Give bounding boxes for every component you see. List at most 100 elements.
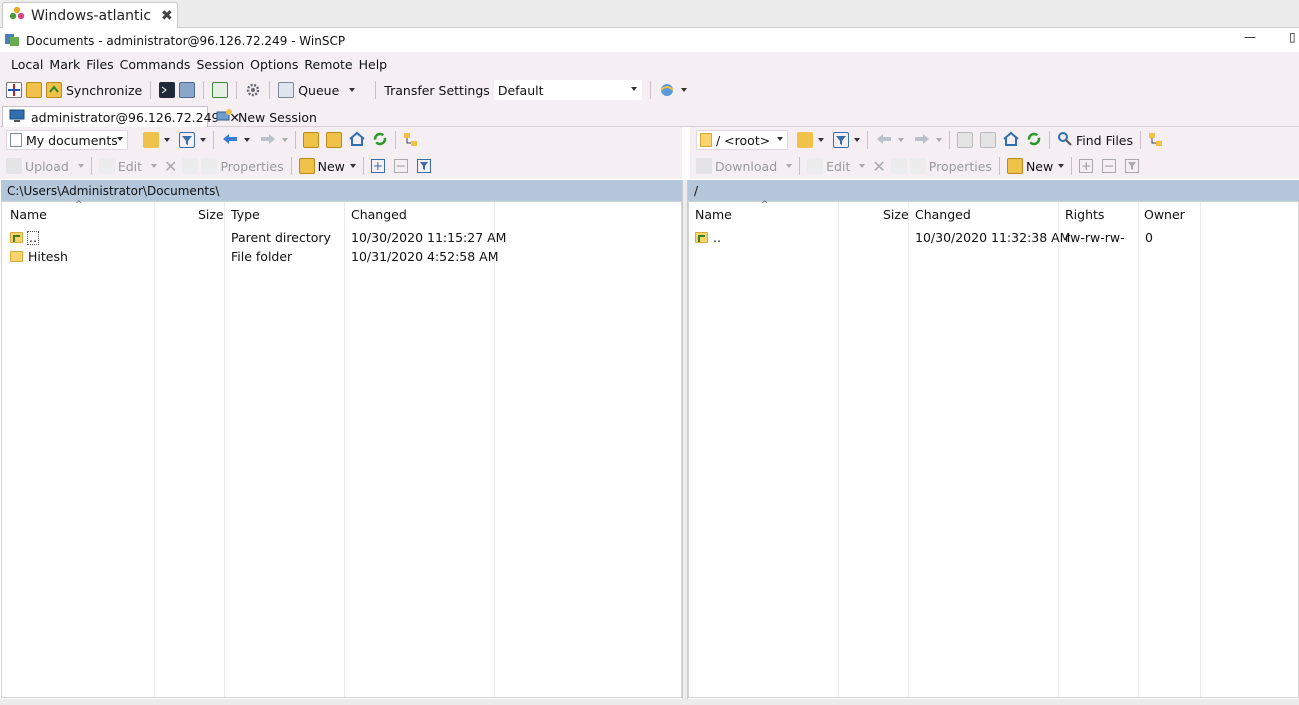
filter-select-icon[interactable] (416, 159, 431, 173)
tree-view-icon[interactable] (403, 132, 419, 148)
new-folder-icon (298, 158, 315, 174)
parent-directory-icon[interactable] (303, 132, 319, 148)
toolbar-separator (1071, 157, 1073, 175)
menu-mark[interactable]: Mark (46, 57, 83, 72)
table-row[interactable]: .. Parent directory 10/30/2020 11:15:27 … (2, 228, 683, 247)
putty-icon[interactable] (179, 82, 196, 98)
menu-local[interactable]: Local (8, 57, 46, 72)
synchronize-browsing-icon[interactable] (26, 82, 42, 98)
local-file-toolbar: Upload Edit ✕ Properties New + − (0, 153, 682, 179)
compare-directories-icon[interactable] (6, 82, 22, 98)
find-files-icon[interactable] (1057, 131, 1073, 150)
transfer-globe-icon[interactable] (659, 82, 675, 98)
outer-tab-title: Windows-atlantic (31, 7, 152, 24)
chevron-down-icon[interactable] (349, 164, 356, 168)
filter-icon[interactable] (179, 132, 195, 148)
home-icon[interactable] (349, 131, 365, 150)
delete-icon[interactable]: ✕ (164, 157, 177, 176)
session-tab-active[interactable]: administrator@96.126.72.249 ✕ (2, 106, 240, 128)
remote-header-changed[interactable]: Changed (915, 207, 971, 222)
toolbar-separator (203, 81, 205, 99)
new-session-tab[interactable]: New Session (210, 106, 323, 128)
menu-commands[interactable]: Commands (117, 57, 194, 72)
chevron-down-icon (777, 137, 783, 141)
properties-button[interactable]: Properties (220, 159, 283, 174)
menu-options[interactable]: Options (247, 57, 301, 72)
row-type: File folder (231, 249, 293, 264)
remote-header-name[interactable]: Name (695, 207, 732, 222)
chevron-down-icon[interactable] (200, 138, 206, 142)
chevron-down-icon[interactable] (164, 138, 170, 142)
chevron-down-icon[interactable] (854, 138, 860, 142)
toolbar-separator (1140, 131, 1142, 149)
table-row[interactable]: .. 10/30/2020 11:32:38 AM rw-rw-rw- 0 (689, 228, 1299, 247)
local-header-size[interactable]: Size (198, 207, 224, 222)
edit-button[interactable]: Edit (826, 159, 850, 174)
minimize-button[interactable]: — (1244, 30, 1256, 44)
forward-arrow-icon[interactable] (259, 132, 277, 149)
edit-button[interactable]: Edit (118, 159, 142, 174)
synchronize-icon[interactable] (46, 82, 62, 98)
menu-help[interactable]: Help (356, 57, 391, 72)
remote-location-select[interactable]: / <root> (696, 130, 788, 150)
local-path-bar[interactable]: C:\Users\Administrator\Documents\ (1, 180, 682, 201)
queue-icon[interactable] (278, 82, 295, 98)
remote-header-size[interactable]: Size (883, 207, 909, 222)
local-nav-toolbar: My documents (0, 127, 682, 153)
delete-icon[interactable]: ✕ (872, 157, 885, 176)
menu-files[interactable]: Files (83, 57, 116, 72)
properties-button[interactable]: Properties (929, 159, 992, 174)
chevron-down-icon[interactable] (818, 138, 824, 142)
open-folder-icon[interactable] (797, 132, 813, 148)
home-icon[interactable] (1003, 131, 1019, 150)
chevron-down-icon[interactable] (680, 88, 687, 92)
new-button[interactable]: New (1026, 159, 1053, 174)
column-divider (2, 202, 155, 697)
remote-header-rights[interactable]: Rights (1065, 207, 1104, 222)
chevron-down-icon (151, 164, 158, 168)
menu-remote[interactable]: Remote (301, 57, 355, 72)
chevron-down-icon (898, 138, 904, 142)
root-directory-icon[interactable] (326, 132, 342, 148)
open-folder-icon[interactable] (143, 132, 159, 148)
table-row[interactable]: Hitesh File folder 10/31/2020 4:52:58 AM (2, 247, 683, 266)
restore-button[interactable]: ▯ (1289, 30, 1296, 44)
upload-button[interactable]: Upload (25, 159, 69, 174)
chevron-down-icon[interactable] (244, 138, 250, 142)
rename-icon (182, 158, 199, 174)
sort-ascending-icon: ^ (761, 200, 769, 210)
tree-view-icon[interactable] (1148, 132, 1164, 148)
toolbar-separator (375, 81, 377, 99)
column-divider (1139, 202, 1201, 697)
local-location-select[interactable]: My documents (6, 130, 128, 150)
local-header-changed[interactable]: Changed (351, 207, 407, 222)
outer-tab[interactable]: Windows-atlantic ✖ (2, 2, 178, 28)
find-files-button[interactable]: Find Files (1076, 133, 1133, 148)
select-all-icon[interactable]: + (370, 159, 385, 173)
outer-tab-strip: Windows-atlantic ✖ (0, 0, 1299, 28)
local-file-list[interactable]: ^ Name Size Type Changed .. Parent direc… (1, 200, 683, 698)
row-changed: 10/31/2020 4:52:58 AM (351, 249, 499, 264)
transfer-settings-select[interactable]: Default (493, 80, 642, 100)
local-header-type[interactable]: Type (231, 207, 260, 222)
download-button[interactable]: Download (715, 159, 777, 174)
refresh-session-icon[interactable] (212, 82, 229, 98)
filter-icon[interactable] (833, 132, 849, 148)
back-arrow-icon[interactable] (221, 132, 239, 149)
remote-file-list[interactable]: ^ Name Size Changed Rights Owner .. 10/3… (688, 200, 1299, 698)
new-button[interactable]: New (318, 159, 345, 174)
remote-header-owner[interactable]: Owner (1144, 207, 1185, 222)
unselect-icon[interactable]: − (393, 159, 408, 173)
preferences-gear-icon[interactable] (245, 82, 261, 98)
synchronize-button[interactable]: Synchronize (66, 83, 142, 98)
terminal-icon[interactable] (159, 82, 176, 98)
queue-button[interactable]: Queue (298, 83, 339, 98)
refresh-icon[interactable] (1026, 131, 1042, 150)
remote-path-bar[interactable]: / (688, 180, 1299, 201)
chevron-down-icon[interactable] (1058, 164, 1065, 168)
queue-dropdown-icon[interactable] (349, 88, 356, 92)
menu-session[interactable]: Session (193, 57, 247, 72)
local-header-name[interactable]: Name (10, 207, 47, 222)
refresh-icon[interactable] (372, 131, 388, 150)
outer-tab-close-icon[interactable]: ✖ (161, 8, 173, 24)
